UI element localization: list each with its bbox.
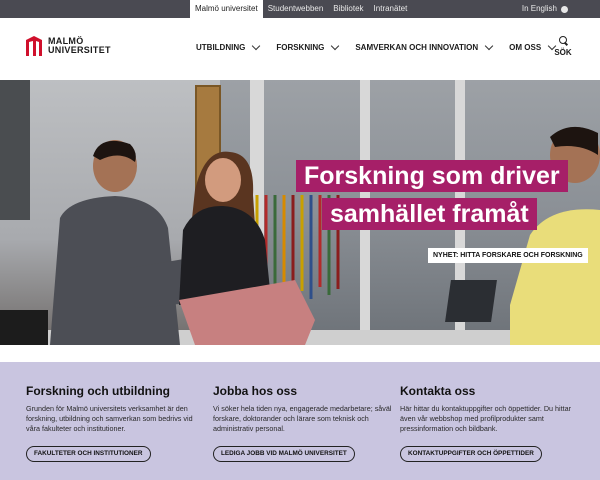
hero-headline-line-2: samhället framåt <box>322 198 537 230</box>
logo-line-2: UNIVERSITET <box>48 45 111 55</box>
top-link-malmo-universitet[interactable]: Malmö universitet <box>190 0 263 18</box>
nav-om-oss[interactable]: OM OSS <box>509 40 557 54</box>
nav-utbildning[interactable]: UTBILDNING <box>196 40 261 54</box>
language-switch[interactable]: In English <box>522 0 568 18</box>
university-logo-icon <box>26 36 42 56</box>
university-logo[interactable]: MALMÖ UNIVERSITET <box>24 34 111 58</box>
jobs-button[interactable]: LEDIGA JOBB VID MALMÖ UNIVERSITET <box>213 446 355 462</box>
globe-icon <box>561 5 568 13</box>
language-label: In English <box>521 4 557 13</box>
site-header: MALMÖ UNIVERSITET UTBILDNING FORSKNING S… <box>0 18 600 80</box>
hero-banner: Forskning som driver samhället framåt NY… <box>0 80 600 345</box>
info-section: Forskning och utbildning Grunden för Mal… <box>0 362 600 480</box>
info-text: Här hittar du kontaktuppgifter och öppet… <box>400 404 572 433</box>
logo-text: MALMÖ UNIVERSITET <box>48 37 111 55</box>
search-button[interactable]: SÖK <box>553 36 573 57</box>
top-links: Malmö universitet Studentwebben Bibliote… <box>190 0 412 18</box>
info-title: Forskning och utbildning <box>26 384 170 398</box>
main-nav: UTBILDNING FORSKNING SAMVERKAN OCH INNOV… <box>196 40 572 54</box>
chevron-down-icon <box>252 41 261 50</box>
top-link-bibliotek[interactable]: Bibliotek <box>328 0 368 18</box>
nav-label: FORSKNING <box>276 42 325 52</box>
person-seated-right <box>510 126 600 345</box>
search-icon <box>558 36 568 46</box>
info-column-kontakt: Kontakta oss Här hittar du kontaktuppgif… <box>400 384 580 462</box>
news-tag-link[interactable]: NYHET: HITTA FORSKARE OCH FORSKNING <box>428 248 588 263</box>
info-text: Grunden för Malmö universitets verksamhe… <box>26 404 193 433</box>
nav-forskning[interactable]: FORSKNING <box>276 40 340 54</box>
info-column-jobba: Jobba hos oss Vi söker hela tiden nya, e… <box>213 384 393 462</box>
laptop <box>445 280 497 322</box>
person-seated-left <box>50 140 190 345</box>
chevron-down-icon <box>331 41 340 50</box>
info-title: Jobba hos oss <box>213 384 298 398</box>
info-title: Kontakta oss <box>400 384 476 398</box>
info-column-forskning: Forskning och utbildning Grunden för Mal… <box>26 384 206 462</box>
nav-label: UTBILDNING <box>196 42 246 52</box>
hero-headline-line-1: Forskning som driver <box>296 160 568 192</box>
contact-button[interactable]: KONTAKTUPPGIFTER OCH ÖPPETTIDER <box>400 446 542 462</box>
chevron-down-icon <box>484 41 494 50</box>
info-text: Vi söker hela tiden nya, engagerade meda… <box>213 404 392 433</box>
lab-shelf <box>0 80 30 220</box>
faculties-button[interactable]: FAKULTETER OCH INSTITUTIONER <box>26 446 151 462</box>
top-link-studentwebben[interactable]: Studentwebben <box>263 0 329 18</box>
nav-label: SAMVERKAN OCH INNOVATION <box>355 42 479 52</box>
search-label: SÖK <box>554 48 572 57</box>
top-utility-bar: Malmö universitet Studentwebben Bibliote… <box>0 0 600 18</box>
top-link-intranatet[interactable]: Intranätet <box>369 0 413 18</box>
nav-label: OM OSS <box>509 42 542 52</box>
nav-samverkan[interactable]: SAMVERKAN OCH INNOVATION <box>355 40 494 54</box>
